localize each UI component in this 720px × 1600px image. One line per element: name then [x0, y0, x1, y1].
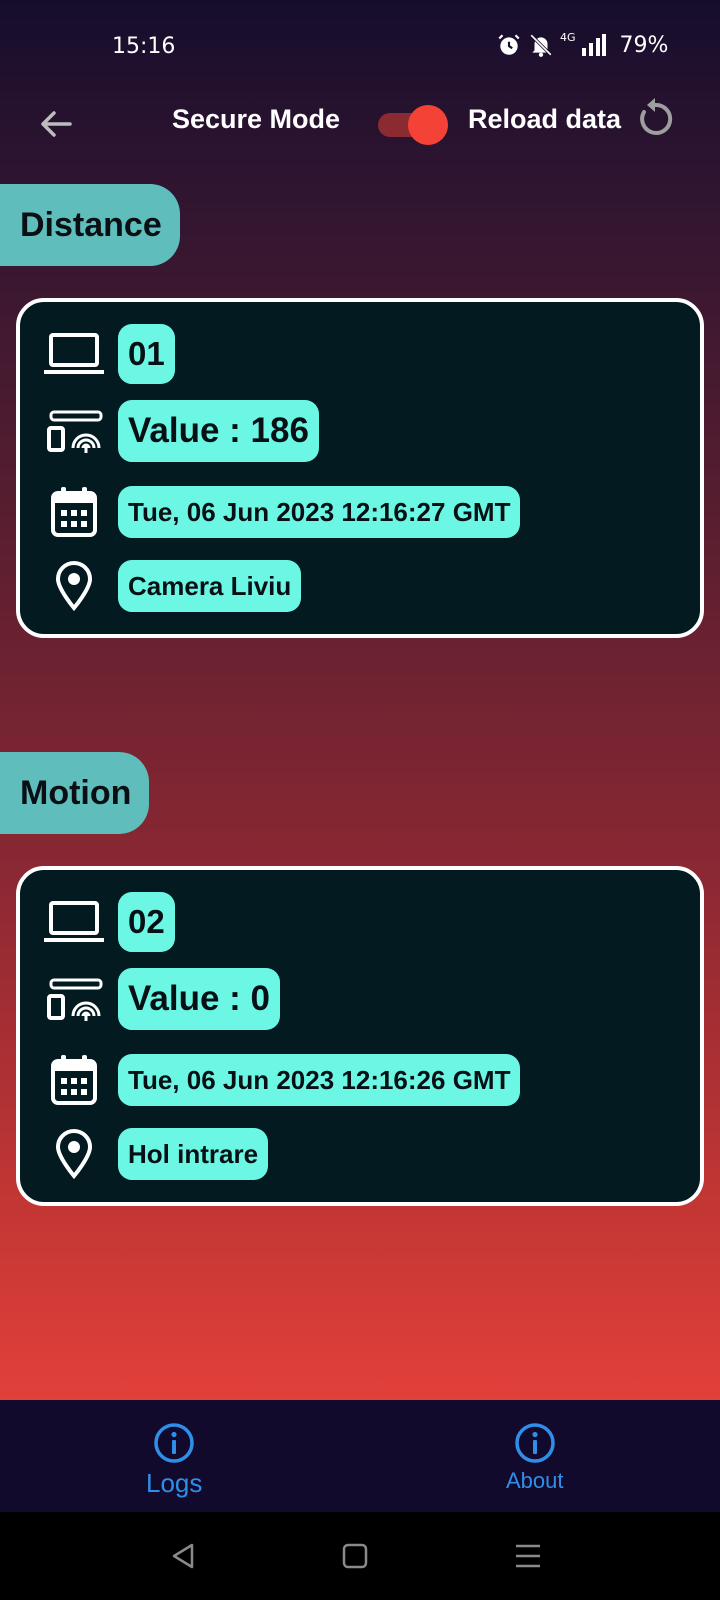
system-back-icon[interactable] — [170, 1542, 196, 1570]
sensor-value: Value : 0 — [118, 968, 281, 1030]
timestamp-row: Tue, 06 Jun 2023 12:16:27 GMT — [42, 482, 521, 542]
bell-muted-icon — [530, 34, 552, 57]
battery-level: 79% — [619, 32, 669, 58]
location-row: Hol intrare — [42, 1124, 269, 1184]
secure-mode-toggle[interactable] — [376, 102, 448, 146]
status-icons: 4G 79% — [496, 30, 669, 58]
section-title-motion: Motion — [0, 752, 150, 834]
device-id: 02 — [118, 892, 175, 952]
device-id: 01 — [118, 324, 175, 384]
sensor-icon — [42, 401, 106, 461]
alarm-icon — [498, 34, 520, 55]
reload-data-label: Reload data — [468, 104, 622, 134]
toggle-thumb — [408, 105, 448, 145]
timestamp-row: Tue, 06 Jun 2023 12:16:26 GMT — [42, 1050, 521, 1110]
calendar-icon — [42, 1050, 106, 1110]
system-home-icon[interactable] — [342, 1543, 368, 1569]
sensor-card-motion: 02 Value : 0 Tue, 06 Jun 2023 12:16:26 G… — [16, 866, 704, 1206]
nav-about-label: About — [506, 1468, 564, 1493]
bottom-nav: Logs About — [0, 1400, 720, 1512]
sensor-card-distance: 01 Value : 186 Tue, 06 Jun 2023 12:16:27… — [16, 298, 704, 638]
location: Camera Liviu — [118, 560, 302, 612]
status-time: 15:16 — [112, 34, 176, 59]
secure-mode-label: Secure Mode — [172, 104, 341, 134]
location: Hol intrare — [118, 1128, 269, 1180]
location-pin-icon — [42, 1124, 106, 1184]
nav-logs[interactable]: Logs — [146, 1422, 202, 1499]
top-bar: Secure Mode Reload data — [0, 90, 720, 170]
status-bar: 15:16 4G 79% — [0, 0, 720, 90]
signal-icon — [581, 34, 606, 56]
location-row: Camera Liviu — [42, 556, 302, 616]
value-row: Value : 186 — [42, 400, 319, 462]
timestamp: Tue, 06 Jun 2023 12:16:26 GMT — [118, 1054, 521, 1106]
back-arrow-icon[interactable] — [36, 104, 76, 144]
location-pin-icon — [42, 556, 106, 616]
device-row: 01 — [42, 324, 175, 384]
nav-logs-label: Logs — [146, 1468, 203, 1498]
network-type: 4G — [560, 30, 576, 44]
calendar-icon — [42, 482, 106, 542]
laptop-icon — [42, 324, 106, 384]
system-nav-bar — [0, 1512, 720, 1600]
laptop-icon — [42, 892, 106, 952]
system-menu-icon[interactable] — [514, 1543, 542, 1569]
section-title-distance: Distance — [0, 184, 180, 266]
value-row: Value : 0 — [42, 968, 281, 1030]
info-icon — [154, 1423, 194, 1463]
sensor-icon — [42, 969, 106, 1029]
device-row: 02 — [42, 892, 175, 952]
sensor-value: Value : 186 — [118, 400, 319, 462]
timestamp: Tue, 06 Jun 2023 12:16:27 GMT — [118, 486, 521, 538]
info-icon — [515, 1423, 555, 1463]
reload-icon[interactable] — [632, 96, 678, 142]
nav-about[interactable]: About — [506, 1422, 564, 1494]
